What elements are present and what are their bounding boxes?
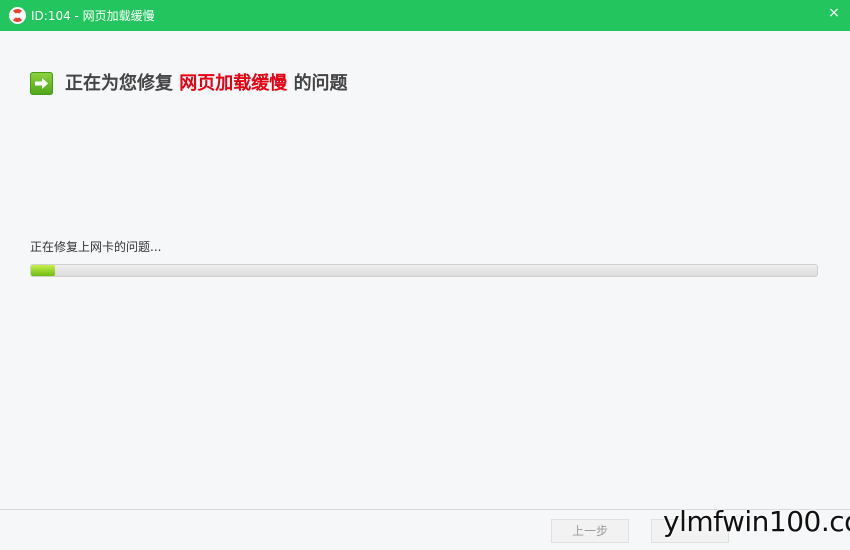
- watermark-text: ylmfwin100.com: [663, 505, 850, 538]
- heading-prefix: 正在为您修复: [65, 73, 173, 94]
- window-title: ID:104 - 网页加载缓慢: [31, 9, 155, 23]
- lifebuoy-icon: [9, 7, 26, 24]
- arrow-right-icon: [30, 72, 53, 95]
- progress-bar: [30, 264, 818, 277]
- close-button[interactable]: ×: [824, 3, 844, 23]
- previous-button[interactable]: 上一步: [551, 519, 629, 543]
- heading-suffix: 的问题: [293, 73, 348, 94]
- heading-text: 正在为您修复 网页加载缓慢 的问题: [65, 72, 348, 96]
- title-bar: ID:104 - 网页加载缓慢 ×: [0, 0, 850, 31]
- heading-issue-name: 网页加载缓慢: [179, 73, 288, 94]
- progress-fill: [31, 265, 55, 276]
- progress-status-text: 正在修复上网卡的问题...: [30, 240, 162, 254]
